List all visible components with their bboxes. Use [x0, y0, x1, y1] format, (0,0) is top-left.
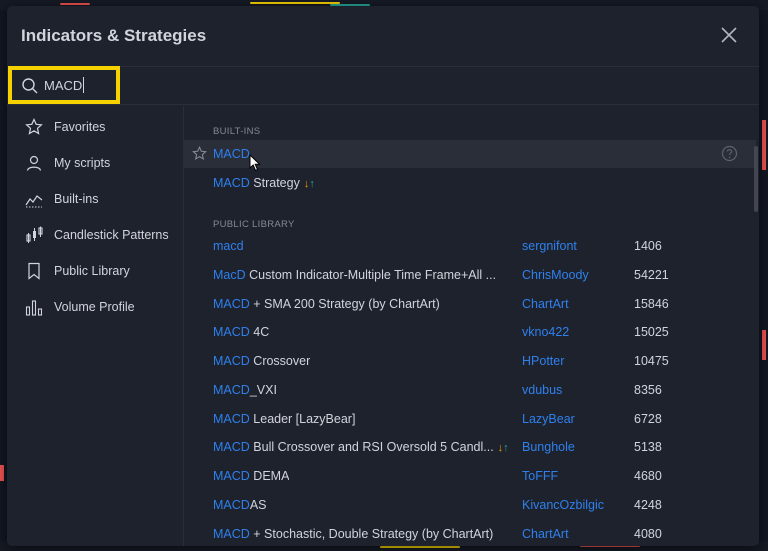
list-item[interactable]: macd sergnifont 1406: [184, 232, 756, 260]
list-item[interactable]: MACD Bull Crossover and RSI Oversold 5 C…: [184, 433, 756, 461]
author-link[interactable]: Bunghole: [522, 440, 575, 454]
sidebar-item-candlestick-patterns[interactable]: Candlestick Patterns: [7, 220, 183, 250]
text-caret: [83, 77, 84, 93]
list-item[interactable]: MACD: [184, 140, 756, 168]
author-link[interactable]: vkno422: [522, 325, 569, 339]
bookmark-icon: [25, 262, 43, 280]
indicator-name: MACDAS: [213, 498, 267, 512]
list-item[interactable]: MACD 4C vkno422 15025: [184, 318, 756, 346]
indicator-name: MACD Crossover: [213, 354, 311, 368]
likes-count: 6728: [634, 412, 662, 426]
sidebar-item-label: Volume Profile: [54, 300, 135, 314]
mouse-cursor-icon: [249, 153, 261, 172]
sidebar-item-label: Favorites: [54, 120, 106, 134]
author-link[interactable]: vdubus: [522, 383, 562, 397]
builtins-section-header: BUILT-INS: [213, 126, 261, 137]
candlestick-icon: [25, 226, 43, 244]
chart-candle: [762, 120, 766, 170]
list-item[interactable]: MACD Leader [LazyBear] LazyBear 6728: [184, 405, 756, 433]
author-link[interactable]: ToFFF: [522, 469, 558, 483]
indicator-name: MacD Custom Indicator-Multiple Time Fram…: [213, 268, 497, 282]
likes-count: 54221: [634, 268, 669, 282]
scrollbar[interactable]: [754, 146, 758, 212]
search-input[interactable]: [44, 75, 100, 95]
likes-count: 4248: [634, 498, 662, 512]
sidebar: Favorites My scripts Built-ins Candlesti…: [7, 106, 184, 546]
list-item[interactable]: MACD DEMA ToFFF 4680: [184, 462, 756, 490]
close-icon[interactable]: [719, 25, 739, 45]
author-link[interactable]: ChrisMoody: [522, 268, 589, 282]
list-item[interactable]: MACD Strategy ↓↑: [184, 169, 756, 197]
public-library-section-header: PUBLIC LIBRARY: [213, 219, 295, 230]
indicator-name: MACD + SMA 200 Strategy (by ChartArt): [213, 297, 440, 311]
sidebar-item-label: Public Library: [54, 264, 130, 278]
help-icon[interactable]: [721, 145, 738, 162]
search-icon: [21, 77, 39, 95]
indicator-name: MACD Leader [LazyBear]: [213, 412, 356, 426]
volume-profile-icon: [25, 298, 43, 316]
dialog-title: Indicators & Strategies: [21, 26, 207, 45]
chart-line: [380, 546, 460, 548]
likes-count: 4080: [634, 527, 662, 541]
search-divider: [7, 104, 759, 105]
likes-count: 5138: [634, 440, 662, 454]
likes-count: 8356: [634, 383, 662, 397]
builtins-chart-icon: [25, 190, 43, 208]
indicator-name: MACD_VXI: [213, 383, 277, 397]
results-list: BUILT-INS MACD MACD Strategy ↓↑ PUBLIC LI…: [184, 106, 759, 546]
author-link[interactable]: HPotter: [522, 354, 564, 368]
list-item[interactable]: MACD Crossover HPotter 10475: [184, 347, 756, 375]
author-link[interactable]: ChartArt: [522, 297, 569, 311]
indicator-name: MACD DEMA: [213, 469, 290, 483]
search-bar: [7, 66, 759, 104]
list-item[interactable]: MACD + Stochastic, Double Strategy (by C…: [184, 520, 756, 546]
indicators-dialog: Indicators & Strategies Favorites My scr…: [7, 6, 759, 546]
list-item[interactable]: MACD + SMA 200 Strategy (by ChartArt) Ch…: [184, 290, 756, 318]
author-link[interactable]: KivancOzbilgic: [522, 498, 604, 512]
indicator-name: MACD + Stochastic, Double Strategy (by C…: [213, 527, 494, 541]
sidebar-item-built-ins[interactable]: Built-ins: [7, 184, 183, 214]
likes-count: 1406: [634, 239, 662, 253]
sidebar-item-favorites[interactable]: Favorites: [7, 112, 183, 142]
chart-line: [60, 3, 90, 5]
user-icon: [25, 154, 43, 172]
sidebar-item-my-scripts[interactable]: My scripts: [7, 148, 183, 178]
strategy-arrows-icon: ↓↑: [497, 442, 509, 454]
list-item[interactable]: MACD_VXI vdubus 8356: [184, 376, 756, 404]
likes-count: 15846: [634, 297, 669, 311]
indicator-name: MACD 4C: [213, 325, 270, 339]
strategy-arrows-icon: ↓↑: [303, 178, 315, 190]
sidebar-item-public-library[interactable]: Public Library: [7, 256, 183, 286]
likes-count: 4680: [634, 469, 662, 483]
author-link[interactable]: ChartArt: [522, 527, 569, 541]
list-item[interactable]: MACDAS KivancOzbilgic 4248: [184, 491, 756, 519]
indicator-name: MACD Bull Crossover and RSI Oversold 5 C…: [213, 440, 509, 454]
star-icon: [25, 118, 43, 136]
sidebar-item-volume-profile[interactable]: Volume Profile: [7, 292, 183, 322]
sidebar-item-label: My scripts: [54, 156, 111, 170]
favorite-star-icon[interactable]: [192, 145, 207, 161]
indicator-name: MACD Strategy ↓↑: [213, 176, 315, 190]
chart-candle: [0, 465, 4, 481]
author-link[interactable]: sergnifont: [522, 239, 577, 253]
sidebar-item-label: Built-ins: [54, 192, 99, 206]
chart-line: [250, 2, 340, 4]
author-link[interactable]: LazyBear: [522, 412, 575, 426]
likes-count: 15025: [634, 325, 669, 339]
likes-count: 10475: [634, 354, 669, 368]
indicator-name: MACD: [213, 147, 250, 161]
sidebar-item-label: Candlestick Patterns: [54, 228, 169, 242]
list-item[interactable]: MacD Custom Indicator-Multiple Time Fram…: [184, 261, 756, 289]
indicator-name: macd: [213, 239, 244, 253]
chart-candle: [762, 330, 766, 360]
